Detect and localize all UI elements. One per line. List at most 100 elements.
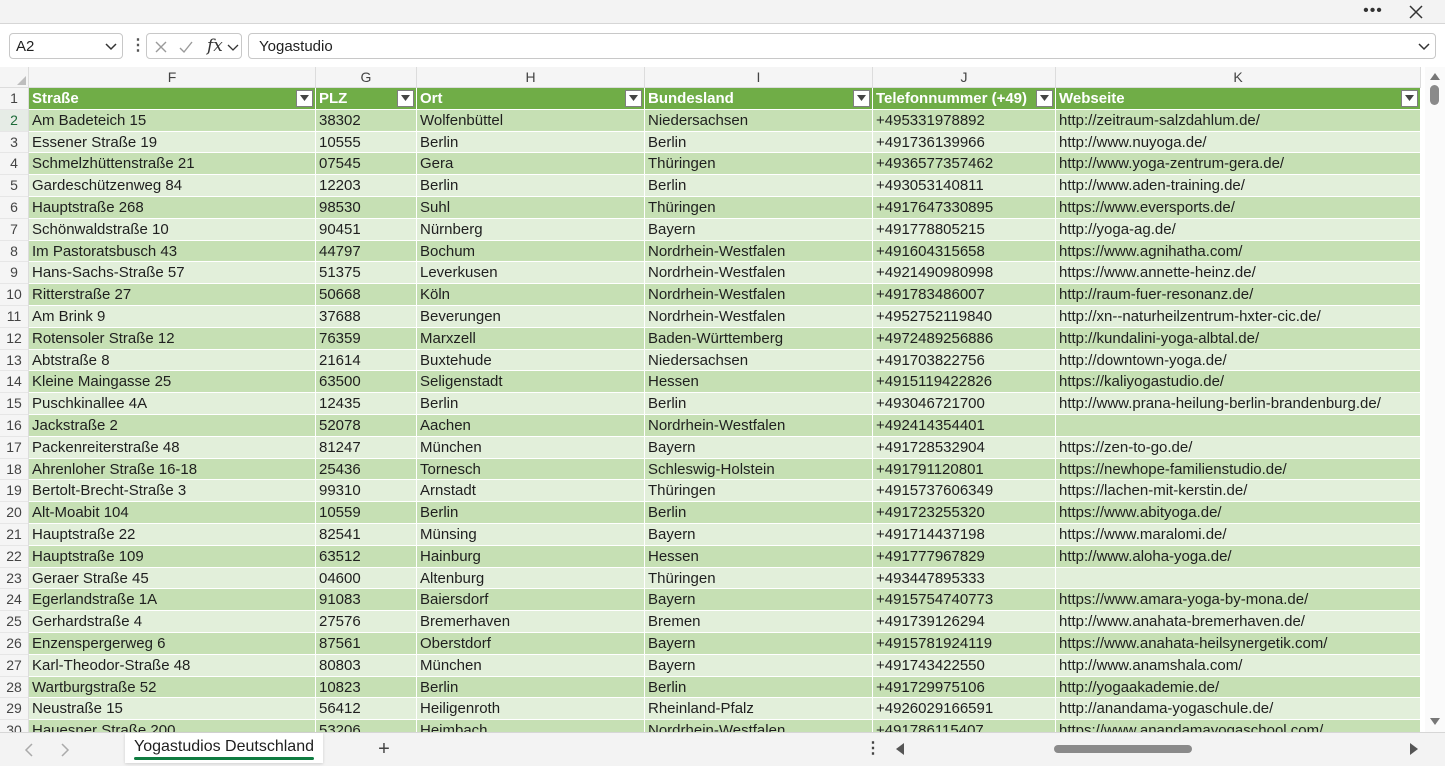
column-header-j[interactable]: J	[873, 67, 1056, 88]
cell-plz[interactable]: 91083	[316, 589, 417, 612]
cell-webseite[interactable]: https://www.amara-yoga-by-mona.de/	[1056, 589, 1421, 612]
scroll-down-icon[interactable]	[1429, 717, 1441, 727]
row-number[interactable]: 5	[0, 175, 29, 197]
vertical-scroll-thumb[interactable]	[1430, 85, 1439, 105]
cell-bundesland[interactable]: Berlin	[645, 175, 873, 197]
cell-ort[interactable]: Heimbach	[417, 720, 645, 732]
cell-bundesland[interactable]: Thüringen	[645, 567, 873, 590]
cell-plz[interactable]: 80803	[316, 654, 417, 677]
column-header-k[interactable]: K	[1056, 67, 1421, 88]
cell-strasse[interactable]: Hauptstraße 22	[29, 524, 316, 546]
cell-strasse[interactable]: Packenreiterstraße 48	[29, 436, 316, 459]
cell-webseite[interactable]	[1056, 567, 1421, 590]
cell-ort[interactable]: Tornesch	[417, 458, 645, 481]
cell-bundesland[interactable]: Nordrhein-Westfalen	[645, 415, 873, 437]
cell-ort[interactable]: Köln	[417, 284, 645, 306]
cell-telefon[interactable]: +491791120801	[873, 458, 1056, 481]
cell-bundesland[interactable]: Berlin	[645, 393, 873, 415]
cell-telefon[interactable]: +491777967829	[873, 545, 1056, 568]
name-box[interactable]: A2	[9, 33, 123, 59]
cell-ort[interactable]: Beverungen	[417, 306, 645, 328]
cell-plz[interactable]: 27576	[316, 611, 417, 633]
cell-plz[interactable]: 37688	[316, 306, 417, 328]
cell-plz[interactable]: 21614	[316, 349, 417, 372]
cell-telefon[interactable]: +491723255320	[873, 502, 1056, 524]
cell-ort[interactable]: Altenburg	[417, 567, 645, 590]
cancel-icon[interactable]	[153, 39, 169, 55]
cell-strasse[interactable]: Hans-Sachs-Straße 57	[29, 262, 316, 285]
cell-telefon[interactable]: +491604315658	[873, 240, 1056, 263]
row-number[interactable]: 14	[0, 371, 29, 394]
cell-plz[interactable]: 87561	[316, 633, 417, 655]
cell-bundesland[interactable]: Bayern	[645, 524, 873, 546]
row-number[interactable]: 22	[0, 545, 29, 568]
cell-bundesland[interactable]: Bayern	[645, 633, 873, 655]
header-cell-plz[interactable]: PLZ	[316, 88, 417, 110]
cell-bundesland[interactable]: Hessen	[645, 371, 873, 394]
row-number[interactable]: 3	[0, 131, 29, 154]
cell-telefon[interactable]: +492414354401	[873, 415, 1056, 437]
cell-bundesland[interactable]: Niedersachsen	[645, 349, 873, 372]
header-cell-webseite[interactable]: Webseite	[1056, 88, 1421, 110]
formula-bar-handle-icon[interactable]: ⋮	[130, 38, 146, 54]
cell-ort[interactable]: Berlin	[417, 131, 645, 154]
cell-webseite[interactable]: http://zeitraum-salzdahlum.de/	[1056, 109, 1421, 132]
row-number[interactable]: 2	[0, 109, 29, 132]
cell-plz[interactable]: 63500	[316, 371, 417, 394]
row-number[interactable]: 1	[0, 88, 29, 110]
cell-ort[interactable]: Bochum	[417, 240, 645, 263]
cell-webseite[interactable]: http://www.prana-heilung-berlin-brandenb…	[1056, 393, 1421, 415]
row-number[interactable]: 15	[0, 393, 29, 415]
column-header-h[interactable]: H	[417, 67, 645, 88]
cell-telefon[interactable]: +4915737606349	[873, 480, 1056, 503]
cell-bundesland[interactable]: Hessen	[645, 545, 873, 568]
cell-bundesland[interactable]: Thüringen	[645, 197, 873, 219]
cell-telefon[interactable]: +491714437198	[873, 524, 1056, 546]
cell-bundesland[interactable]: Bayern	[645, 589, 873, 612]
cell-telefon[interactable]: +495331978892	[873, 109, 1056, 132]
cell-ort[interactable]: Baiersdorf	[417, 589, 645, 612]
row-number[interactable]: 26	[0, 633, 29, 655]
cell-webseite[interactable]: https://www.eversports.de/	[1056, 197, 1421, 219]
cell-bundesland[interactable]: Bremen	[645, 611, 873, 633]
cell-webseite[interactable]: http://raum-fuer-resonanz.de/	[1056, 284, 1421, 306]
formula-input[interactable]: Yogastudio	[248, 33, 1436, 59]
cell-telefon[interactable]: +4917647330895	[873, 197, 1056, 219]
row-number[interactable]: 28	[0, 676, 29, 699]
header-cell-telefon[interactable]: Telefonnummer (+49)	[873, 88, 1056, 110]
cell-webseite[interactable]: https://www.anandamayogaschool.com/	[1056, 720, 1421, 732]
cell-strasse[interactable]: Am Badeteich 15	[29, 109, 316, 132]
row-number[interactable]: 4	[0, 153, 29, 176]
row-number[interactable]: 30	[0, 720, 29, 732]
cell-webseite[interactable]: http://kundalini-yoga-albtal.de/	[1056, 327, 1421, 350]
cell-telefon[interactable]: +493046721700	[873, 393, 1056, 415]
cell-webseite[interactable]: http://anandama-yogaschule.de/	[1056, 698, 1421, 721]
cell-strasse[interactable]: Hauptstraße 268	[29, 197, 316, 219]
cell-strasse[interactable]: Schmelzhüttenstraße 21	[29, 153, 316, 176]
row-number[interactable]: 23	[0, 567, 29, 590]
row-number[interactable]: 20	[0, 502, 29, 524]
cell-plz[interactable]: 52078	[316, 415, 417, 437]
cell-plz[interactable]: 07545	[316, 153, 417, 176]
cell-bundesland[interactable]: Thüringen	[645, 153, 873, 176]
row-number[interactable]: 9	[0, 262, 29, 285]
scroll-up-icon[interactable]	[1429, 71, 1441, 81]
cell-webseite[interactable]: http://www.nuyoga.de/	[1056, 131, 1421, 154]
cell-telefon[interactable]: +491783486007	[873, 284, 1056, 306]
cell-bundesland[interactable]: Baden-Württemberg	[645, 327, 873, 350]
cell-ort[interactable]: Bremerhaven	[417, 611, 645, 633]
cell-webseite[interactable]: http://xn--naturheilzentrum-hxter-cic.de…	[1056, 306, 1421, 328]
cell-strasse[interactable]: Rotensoler Straße 12	[29, 327, 316, 350]
filter-dropdown-button[interactable]	[397, 90, 414, 107]
cell-strasse[interactable]: Puschkinallee 4A	[29, 393, 316, 415]
select-all-corner[interactable]	[0, 67, 29, 88]
cell-strasse[interactable]: Geraer Straße 45	[29, 567, 316, 590]
cell-ort[interactable]: Heiligenroth	[417, 698, 645, 721]
cell-plz[interactable]: 98530	[316, 197, 417, 219]
row-number[interactable]: 24	[0, 589, 29, 612]
cell-ort[interactable]: Aachen	[417, 415, 645, 437]
cell-bundesland[interactable]: Berlin	[645, 131, 873, 154]
cell-strasse[interactable]: Egerlandstraße 1A	[29, 589, 316, 612]
close-button[interactable]	[1405, 1, 1427, 23]
cell-telefon[interactable]: +491728532904	[873, 436, 1056, 459]
